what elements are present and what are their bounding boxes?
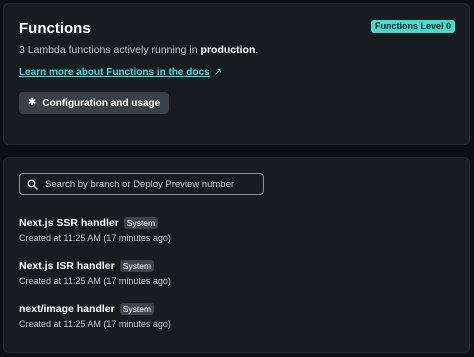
docs-link[interactable]: Learn more about Functions in the docs ↗ [19, 67, 222, 78]
function-item[interactable]: next/image handler System Created at 11:… [19, 302, 449, 345]
function-name: Next.js ISR handler [19, 260, 115, 272]
function-created-at: Created at 11:25 AM (17 minutes ago) [19, 276, 171, 286]
gear-icon: ✱ [28, 97, 37, 108]
system-badge: System [123, 217, 159, 229]
function-created-at: Created at 11:25 AM (17 minutes ago) [19, 319, 171, 329]
system-badge: System [119, 303, 155, 315]
function-item[interactable]: Next.js ISR handler System Created at 11… [19, 259, 449, 302]
docs-link-label: Learn more about Functions in the docs [19, 67, 210, 78]
search-field[interactable] [19, 173, 264, 195]
function-created-at: Created at 11:25 AM (17 minutes ago) [19, 233, 171, 243]
external-arrow-icon: ↗ [213, 67, 222, 78]
summary-environment: production [200, 44, 256, 56]
search-icon [27, 179, 38, 190]
function-name: Next.js SSR handler [19, 217, 119, 229]
functions-overview-card: Functions Functions Level 0 3 Lambda fun… [3, 3, 470, 145]
functions-level-badge: Functions Level 0 [370, 20, 455, 33]
function-name: next/image handler [19, 303, 115, 315]
function-item[interactable]: Next.js SSR handler System Created at 11… [19, 216, 449, 259]
functions-list: Next.js SSR handler System Created at 11… [19, 216, 449, 345]
system-badge: System [119, 260, 155, 272]
page-title: Functions [19, 20, 91, 37]
summary-suffix: . [255, 44, 259, 56]
functions-list-card: Next.js SSR handler System Created at 11… [3, 157, 470, 353]
summary-prefix: 3 Lambda functions actively running in [19, 44, 201, 56]
configuration-and-usage-button[interactable]: ✱ Configuration and usage [19, 92, 170, 114]
search-input[interactable] [45, 178, 255, 190]
functions-summary: 3 Lambda functions actively running in p… [19, 44, 258, 56]
configuration-button-label: Configuration and usage [42, 97, 161, 109]
